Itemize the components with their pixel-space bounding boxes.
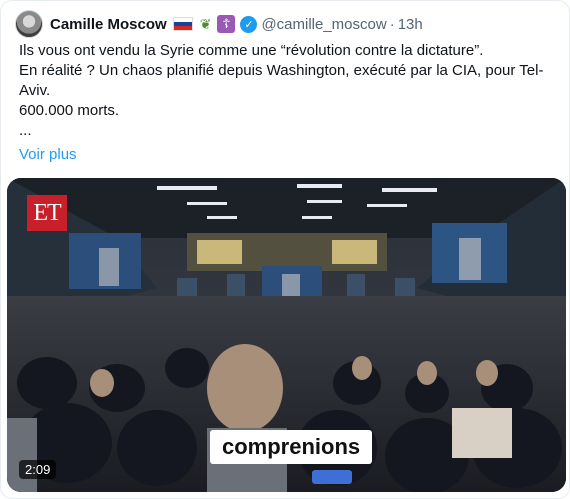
tweet-text-line: Ils vous ont vendu la Syrie comme une “r…: [19, 42, 484, 59]
tweet-text: Ils vous ont vendu la Syrie comme une “r…: [19, 41, 559, 165]
video-caption: comprenions: [210, 430, 373, 464]
separator-dot: ·: [389, 15, 395, 33]
show-more-link[interactable]: Voir plus: [19, 145, 559, 165]
russia-flag-icon: [172, 17, 193, 31]
author-handle[interactable]: @camille_moscow: [261, 16, 386, 33]
avatar[interactable]: [15, 10, 43, 38]
verified-badge-icon: ✓: [240, 15, 258, 33]
olive-branch-icon: ❦: [199, 15, 212, 32]
tweet-header: Camille Moscow ❦ ☦ ✓ @camille_moscow · 1…: [15, 9, 423, 39]
orthodox-cross-icon: ☦: [217, 15, 236, 33]
tweet-text-line: ...: [19, 122, 32, 139]
tweet-card[interactable]: Camille Moscow ❦ ☦ ✓ @camille_moscow · 1…: [0, 0, 570, 499]
video-duration: 2:09: [19, 460, 57, 479]
video-player[interactable]: ET comprenions 2:09: [7, 178, 566, 492]
tweet-time[interactable]: 13h: [398, 16, 423, 33]
tweet-text-line: 600.000 morts.: [19, 102, 120, 119]
author-name[interactable]: Camille Moscow: [50, 16, 167, 33]
et-logo: ET: [27, 195, 67, 231]
tweet-text-line: En réalité ? Un chaos planifié depuis Wa…: [19, 62, 544, 99]
